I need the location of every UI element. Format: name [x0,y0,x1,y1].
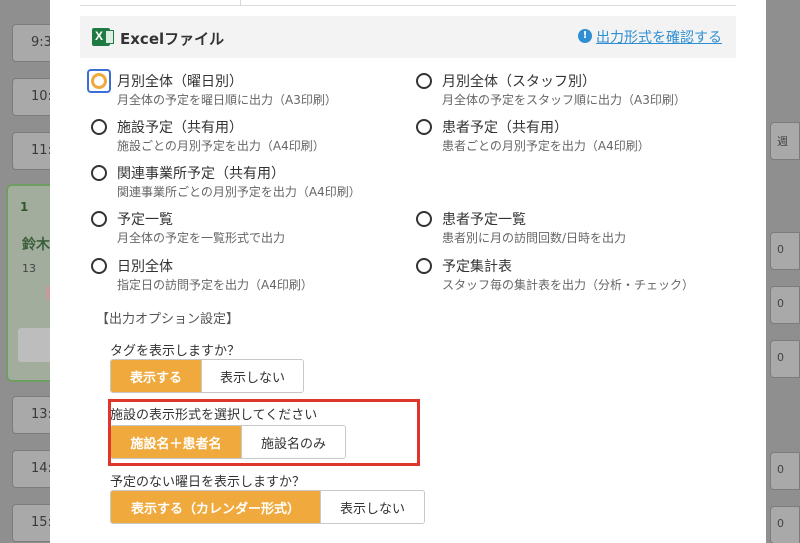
check-format-link[interactable]: 出力形式を確認する [596,27,722,47]
info-icon[interactable]: ! [578,29,592,43]
option-patient-schedule-list[interactable]: 患者予定一覧 患者別に月の訪問回数/日時を出力 [416,209,716,251]
show-calendar-button[interactable]: 表示する（カレンダー形式） [111,491,320,523]
option-label: 月別全体（曜日別） [117,74,243,90]
right-cell: 0 [770,506,800,543]
background-schedule-right: 週 0 0 0 0 0 [766,0,800,543]
option-daily-all[interactable]: 日別全体 指定日の訪問予定を出力（A4印刷） [91,256,391,298]
background-schedule-left: 9:3 10:3 11:3 1 鈴木 13 13:4 14:4 15:4 [0,0,72,543]
option-desc: スタッフ毎の集計表を出力（分析・チェック） [442,278,695,292]
radio-selected[interactable] [91,73,107,89]
radio[interactable] [91,165,107,181]
radio[interactable] [416,119,432,135]
excel-section-header: Excelファイル ! 出力形式を確認する [80,16,736,58]
radio[interactable] [416,258,432,274]
right-cell: 0 [770,452,800,490]
right-cell: 0 [770,340,800,378]
right-cell: 0 [770,286,800,324]
show-tags-button[interactable]: 表示する [111,360,201,392]
highlight-box [108,399,420,466]
card-time: 13 [22,262,36,275]
option-label: 患者予定一覧 [442,212,526,228]
right-cell: 0 [770,232,800,270]
hide-empty-days-button[interactable]: 表示しない [320,491,424,523]
option-monthly-staff[interactable]: 月別全体（スタッフ別） 月全体の予定をスタッフ順に出力（A3印刷） [416,71,716,113]
radio[interactable] [416,211,432,227]
card-number: 1 [20,200,29,214]
option-patient-shared[interactable]: 患者予定（共有用） 患者ごとの月別予定を出力（A4印刷） [416,117,716,159]
export-modal: Excelファイル ! 出力形式を確認する 月別全体（曜日別） 月全体の予定を曜… [50,0,766,543]
option-schedule-summary[interactable]: 予定集計表 スタッフ毎の集計表を出力（分析・チェック） [416,256,716,298]
week-cell: 週 [770,122,800,160]
tag-question: タグを表示しますか？ [110,344,241,359]
option-label: 施設予定（共有用） [117,120,243,136]
option-label: 月別全体（スタッフ別） [442,74,596,90]
option-desc: 患者別に月の訪問回数/日時を出力 [442,231,627,245]
option-label: 日別全体 [117,259,173,275]
radio[interactable] [416,73,432,89]
option-desc: 月全体の予定を一覧形式で出力 [117,231,286,245]
radio[interactable] [91,119,107,135]
radio[interactable] [91,258,107,274]
option-label: 関連事業所予定（共有用） [117,166,285,182]
modal-tab-strip [80,0,736,6]
option-label: 予定集計表 [442,259,512,275]
tag-toggle-group: 表示する 表示しない [110,359,304,393]
option-desc: 月全体の予定をスタッフ順に出力（A3印刷） [442,93,686,107]
weekday-toggle-group: 表示する（カレンダー形式） 表示しない [110,490,425,524]
option-desc: 施設ごとの月別予定を出力（A4印刷） [117,139,325,153]
option-label: 患者予定（共有用） [442,120,568,136]
option-desc: 関連事業所ごとの月別予定を出力（A4印刷） [117,185,361,199]
option-schedule-list[interactable]: 予定一覧 月全体の予定を一覧形式で出力 [91,209,391,251]
card-name: 鈴木 [22,237,50,253]
option-monthly-weekday[interactable]: 月別全体（曜日別） 月全体の予定を曜日順に出力（A3印刷） [87,69,391,113]
option-desc: 月全体の予定を曜日順に出力（A3印刷） [117,93,337,107]
option-facility-shared[interactable]: 施設予定（共有用） 施設ごとの月別予定を出力（A4印刷） [91,117,391,159]
output-options-heading: 【出力オプション設定】 [96,312,240,327]
hide-tags-button[interactable]: 表示しない [201,360,303,392]
radio[interactable] [91,211,107,227]
option-label: 予定一覧 [117,212,173,228]
option-desc: 指定日の訪問予定を出力（A4印刷） [117,278,313,292]
section-title: Excelファイル [120,30,225,48]
weekday-question: 予定のない曜日を表示しますか？ [110,475,306,490]
option-desc: 患者ごとの月別予定を出力（A4印刷） [442,139,650,153]
option-related-office-shared[interactable]: 関連事業所予定（共有用） 関連事業所ごとの月別予定を出力（A4印刷） [91,163,391,205]
excel-icon [92,28,114,46]
